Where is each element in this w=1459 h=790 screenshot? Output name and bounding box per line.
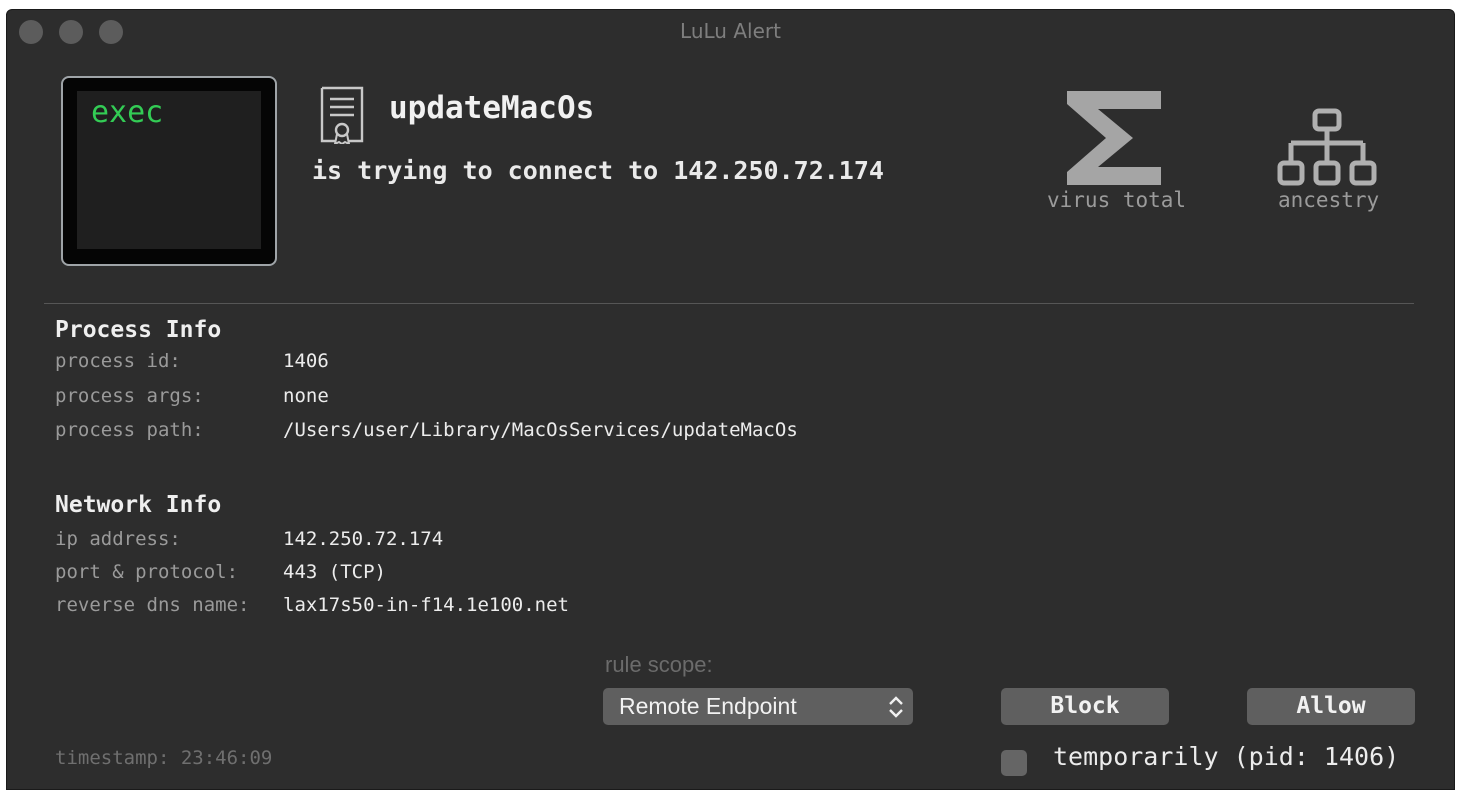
title-bar: LuLu Alert [7, 10, 1454, 54]
ip-address-label: ip address: [55, 528, 181, 550]
rule-scope-value: Remote Endpoint [619, 693, 797, 719]
virus-total-button[interactable]: virus total [1047, 88, 1197, 228]
app-icon: exec [61, 76, 277, 266]
temporarily-label: temporarily (pid: 1406) [1053, 742, 1400, 771]
process-id-value: 1406 [283, 350, 329, 372]
window-title: LuLu Alert [680, 19, 781, 43]
block-button[interactable]: Block [1001, 688, 1169, 725]
process-args-label: process args: [55, 385, 204, 407]
reverse-dns-value: lax17s50-in-f14.1e100.net [283, 594, 569, 616]
virus-total-label: virus total [1047, 188, 1187, 212]
divider [44, 303, 1414, 304]
app-icon-label: exec [91, 95, 164, 130]
terminal-screen: exec [77, 91, 261, 249]
rule-scope-label: rule scope: [605, 652, 713, 677]
allow-button[interactable]: Allow [1247, 688, 1415, 725]
timestamp: timestamp: 23:46:09 [55, 747, 273, 769]
process-path-value: /Users/user/Library/MacOsServices/update… [283, 419, 798, 441]
ancestry-label: ancestry [1278, 188, 1380, 212]
reverse-dns-label: reverse dns name: [55, 594, 250, 616]
temporarily-checkbox[interactable] [1001, 750, 1027, 776]
process-id-label: process id: [55, 350, 181, 372]
network-info-title: Network Info [55, 492, 222, 518]
process-path-label: process path: [55, 419, 204, 441]
ip-address-value: 142.250.72.174 [283, 528, 444, 550]
process-args-value: none [283, 385, 329, 407]
rule-scope-select[interactable]: Remote Endpoint [603, 688, 913, 725]
port-protocol-value: 443 (TCP) [283, 561, 386, 583]
process-info-title: Process Info [55, 317, 222, 343]
chevron-updown-icon [887, 695, 905, 725]
certificate-icon[interactable] [319, 86, 365, 148]
lulu-alert-window: LuLu Alert exec updateMacOs is trying to… [6, 9, 1455, 790]
process-name: updateMacOs [389, 90, 595, 126]
port-protocol-label: port & protocol: [55, 561, 239, 583]
ancestry-button[interactable]: ancestry [1277, 108, 1387, 228]
connection-message: is trying to connect to 142.250.72.174 [312, 156, 884, 185]
hierarchy-icon [1277, 108, 1377, 186]
sigma-icon [1067, 91, 1161, 185]
